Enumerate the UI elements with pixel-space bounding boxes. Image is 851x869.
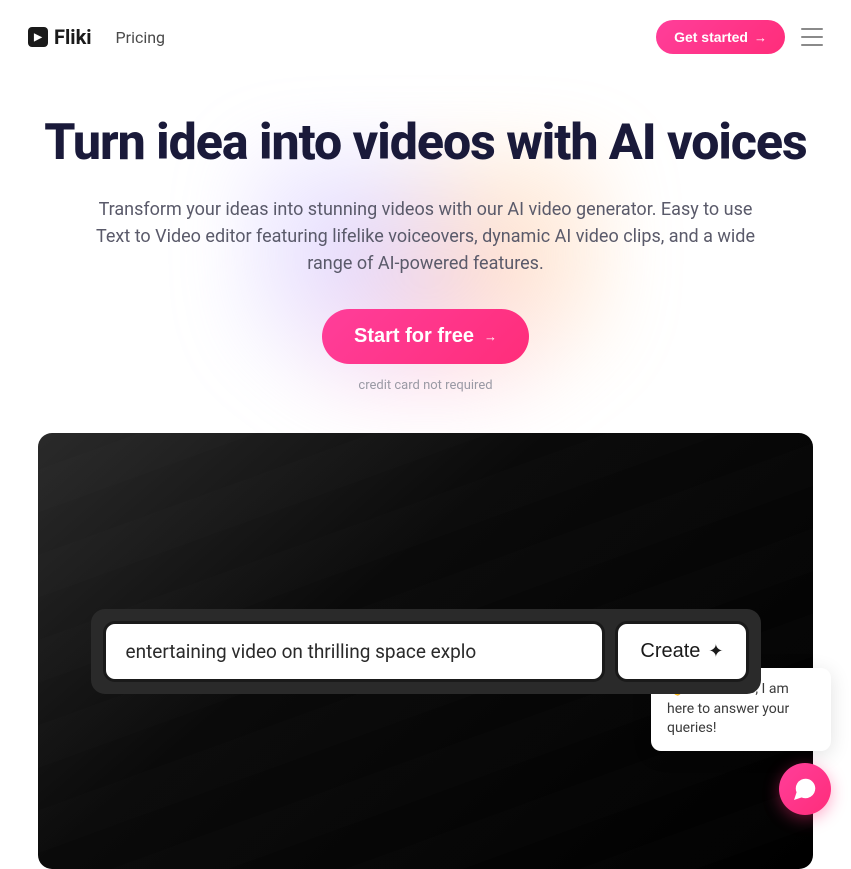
cta-label: Start for free (354, 325, 474, 348)
hero-subtitle: Transform your ideas into stunning video… (86, 196, 766, 277)
hero-section: Turn idea into videos with AI voices Tra… (0, 74, 851, 393)
header-left: Fliki Pricing (28, 25, 165, 49)
prompt-bar: Create ✦ (91, 609, 761, 694)
nav-pricing[interactable]: Pricing (116, 28, 166, 47)
hero-title: Turn idea into videos with AI voices (40, 114, 811, 172)
start-for-free-button[interactable]: Start for free → (322, 309, 529, 364)
logo-text: Fliki (54, 25, 92, 49)
logo-icon (28, 27, 48, 47)
arrow-right-icon: → (754, 30, 767, 45)
chat-bubble-icon (793, 777, 817, 801)
header: Fliki Pricing Get started → (0, 0, 851, 74)
get-started-button[interactable]: Get started → (656, 20, 785, 54)
logo[interactable]: Fliki (28, 25, 92, 49)
chat-button[interactable] (779, 763, 831, 815)
credit-card-note: credit card not required (40, 378, 811, 393)
prompt-input[interactable] (103, 621, 606, 682)
create-label: Create (640, 640, 700, 663)
get-started-label: Get started (674, 29, 748, 45)
hamburger-menu-icon[interactable] (801, 28, 823, 46)
arrow-right-icon: → (484, 329, 497, 344)
header-right: Get started → (656, 20, 823, 54)
sparkle-icon: ✦ (708, 641, 723, 662)
create-button[interactable]: Create ✦ (615, 621, 748, 682)
